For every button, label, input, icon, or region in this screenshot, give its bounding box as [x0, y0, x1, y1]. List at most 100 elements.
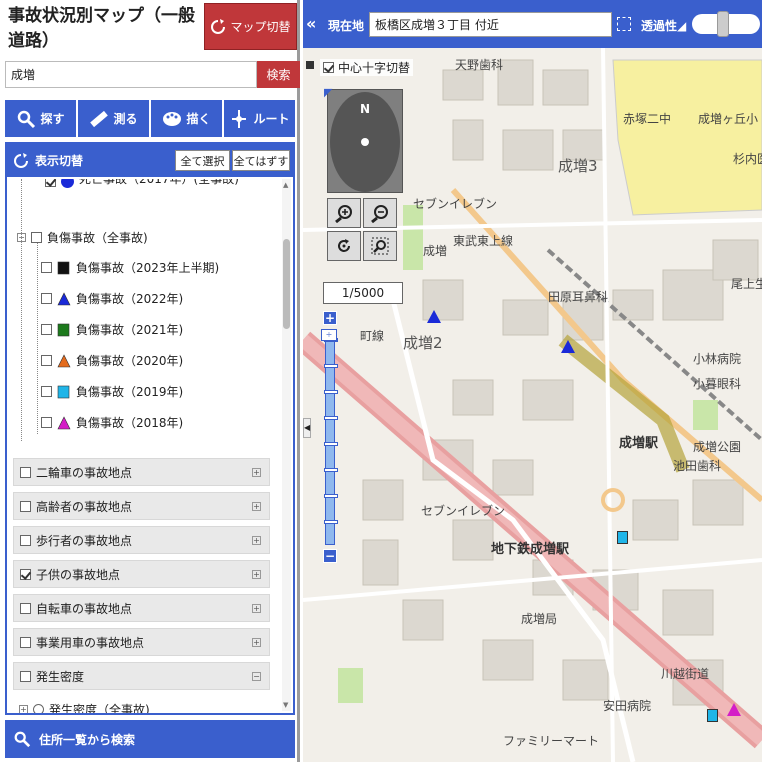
checkbox[interactable]	[41, 417, 52, 428]
pan-arrow-icon[interactable]: ◤	[324, 86, 336, 99]
checkbox[interactable]	[20, 670, 31, 682]
search-button[interactable]: 検索	[257, 61, 300, 88]
find-tool-button[interactable]: 探す	[5, 100, 76, 137]
collapse-toggle-icon[interactable]: −	[17, 233, 26, 242]
circle-marker-icon	[61, 179, 74, 188]
zoom-in-button[interactable]	[327, 198, 361, 228]
layer-item-injury[interactable]: 負傷事故（2021年)	[41, 321, 183, 338]
checkbox[interactable]	[20, 636, 31, 648]
layer-group-injury[interactable]: − 負傷事故（全事故)	[17, 229, 148, 246]
address-list-search-button[interactable]: 住所一覧から検索	[5, 720, 295, 758]
locate-icon[interactable]	[617, 17, 631, 31]
map-switch-button[interactable]: マップ切替	[204, 3, 297, 50]
expand-toggle-icon[interactable]: +	[252, 604, 261, 613]
checkbox[interactable]	[323, 62, 334, 73]
map-view[interactable]: 天野歯科成増3赤塚二中成増ヶ丘小杉内医セブンイレブン東武東上線成増田原耳鼻科尾上…	[303, 0, 762, 762]
zoom-area-button[interactable]	[363, 231, 397, 261]
layer-group[interactable]: 歩行者の事故地点 +	[13, 526, 270, 554]
checkbox[interactable]	[41, 262, 52, 273]
layer-tree-scrollbar[interactable]: ▲ ▼	[282, 179, 291, 711]
zoom-tick[interactable]	[324, 364, 338, 368]
navigation-control[interactable]: ◤ N	[324, 86, 403, 193]
current-location-label: 現在地	[328, 19, 365, 33]
layer-group[interactable]: 発生密度 −	[13, 662, 270, 690]
zoom-out-small-button[interactable]: −	[323, 549, 337, 563]
zoom-slider[interactable]: + ÷ −	[321, 311, 338, 567]
zoom-tick[interactable]	[324, 442, 338, 446]
zoom-out-button[interactable]	[363, 198, 397, 228]
scrollbar-thumb[interactable]	[283, 239, 290, 329]
accident-marker-square-2019[interactable]	[707, 709, 718, 722]
expand-toggle-icon[interactable]: +	[252, 570, 261, 579]
radio-button[interactable]	[33, 704, 44, 713]
checkbox[interactable]	[20, 500, 31, 512]
layer-item-injury[interactable]: 負傷事故（2020年)	[41, 352, 183, 369]
zoom-tick[interactable]	[324, 520, 338, 524]
clear-all-button[interactable]: 全てはずす	[232, 150, 290, 171]
map-label-area: 成増3	[558, 157, 598, 175]
layer-item-fatal-2017[interactable]: 死亡事故（2017年）(全事故)	[45, 179, 275, 219]
map-toolbar: « 現在地 板橋区成増３丁目 付近 透過性◢	[303, 0, 762, 48]
layer-group[interactable]: 二輪車の事故地点 +	[13, 458, 270, 486]
expand-toggle-icon[interactable]: +	[252, 536, 261, 545]
layer-item-injury[interactable]: 負傷事故（2018年)	[41, 414, 183, 431]
map-label-poi: 成増公園	[693, 440, 742, 454]
expand-side-icon[interactable]: ◀	[303, 418, 311, 438]
checkbox[interactable]	[41, 324, 52, 335]
layer-panel-header: 表示切替 全て選択 全てはずす	[7, 144, 293, 177]
checkbox[interactable]	[20, 568, 31, 580]
zoom-in-small-button[interactable]: +	[323, 311, 337, 325]
app-title: 事故状況別マップ（一般道路）	[8, 6, 195, 51]
tree-line	[21, 179, 22, 441]
accident-marker-triangle-2022[interactable]	[561, 340, 575, 353]
crosshair-toggle[interactable]: 中心十字切替	[320, 59, 414, 76]
compass-dial[interactable]: N	[330, 92, 400, 192]
map-label-rail: 東武東上線	[453, 234, 514, 248]
accident-marker-triangle-2018[interactable]	[727, 703, 741, 716]
zoom-tick[interactable]	[324, 468, 338, 472]
layer-item-label: 死亡事故（2017年）(全事故)	[79, 179, 239, 186]
select-all-button[interactable]: 全て選択	[175, 150, 230, 171]
zoom-tick[interactable]	[324, 390, 338, 394]
expand-toggle-icon[interactable]: +	[252, 468, 261, 477]
layer-item-injury[interactable]: 負傷事故（2023年上半期)	[41, 259, 219, 276]
expand-toggle-icon[interactable]: +	[19, 705, 28, 713]
measure-tool-button[interactable]: 測る	[78, 100, 149, 137]
zoom-tick[interactable]	[324, 416, 338, 420]
scroll-up-icon[interactable]: ▲	[283, 181, 288, 189]
layer-item-injury[interactable]: 負傷事故（2019年)	[41, 383, 183, 400]
zoom-slider-knob[interactable]: ÷	[321, 329, 337, 341]
checkbox[interactable]	[31, 232, 42, 243]
layer-group[interactable]: 自転車の事故地点 +	[13, 594, 270, 622]
layer-item-label: 負傷事故（2021年)	[76, 323, 184, 337]
accident-marker-square-2019[interactable]	[617, 531, 628, 544]
zoom-tick[interactable]	[324, 494, 338, 498]
checkbox[interactable]	[20, 602, 31, 614]
layer-group[interactable]: 事業用車の事故地点 +	[13, 628, 270, 656]
layer-item-injury[interactable]: 負傷事故（2022年)	[41, 290, 183, 307]
search-input[interactable]	[5, 61, 257, 88]
collapse-panel-icon[interactable]: «	[306, 14, 316, 33]
zoom-track[interactable]	[324, 329, 338, 545]
expand-toggle-icon[interactable]: +	[252, 638, 261, 647]
layer-group[interactable]: 子供の事故地点 +	[13, 560, 270, 588]
accident-marker-triangle-2022[interactable]	[427, 310, 441, 323]
checkbox[interactable]	[41, 355, 52, 366]
checkbox[interactable]	[41, 386, 52, 397]
checkbox[interactable]	[20, 534, 31, 546]
current-location-field[interactable]: 板橋区成増３丁目 付近	[369, 12, 612, 37]
layer-item-density-all[interactable]: + 発生密度（全事故)	[19, 701, 150, 713]
transparency-slider-knob[interactable]	[717, 11, 730, 37]
transparency-slider[interactable]	[692, 11, 760, 37]
scale-display[interactable]: 1/5000	[323, 282, 403, 304]
draw-tool-button[interactable]: 描く	[151, 100, 222, 137]
rotate-reset-button[interactable]	[327, 231, 361, 261]
expand-toggle-icon[interactable]: −	[252, 672, 261, 681]
checkbox[interactable]	[20, 466, 31, 478]
route-tool-button[interactable]: ルート	[224, 100, 295, 137]
checkbox[interactable]	[41, 293, 52, 304]
scroll-down-icon[interactable]: ▼	[283, 701, 288, 709]
expand-toggle-icon[interactable]: +	[252, 502, 261, 511]
layer-group[interactable]: 高齢者の事故地点 +	[13, 492, 270, 520]
checkbox[interactable]	[45, 179, 56, 187]
